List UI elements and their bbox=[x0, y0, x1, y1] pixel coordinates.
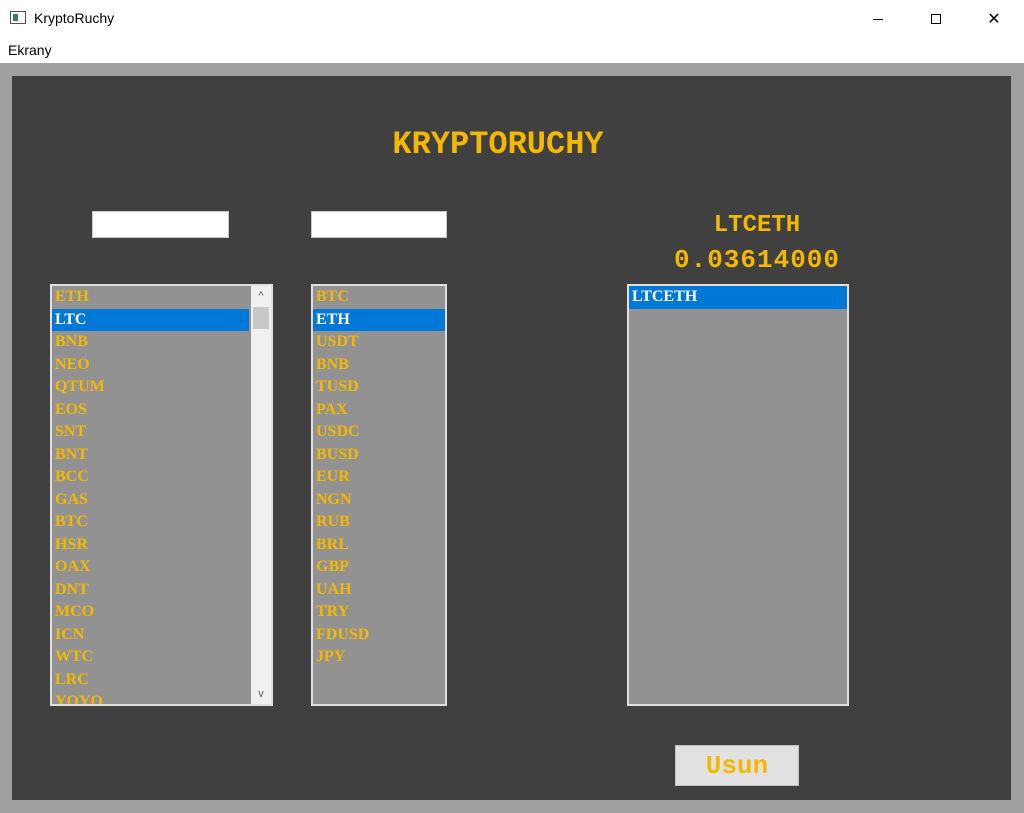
quote-currency-item[interactable]: RUB bbox=[313, 511, 445, 534]
base-filter-field[interactable] bbox=[92, 211, 229, 238]
selected-pairs-list[interactable]: LTCETH bbox=[627, 284, 849, 706]
base-currency-item[interactable]: ETH bbox=[52, 286, 249, 309]
selected-pair-price: 0.03614000 bbox=[673, 245, 841, 275]
selected-pair-label: LTCETH bbox=[713, 212, 801, 239]
maximize-icon bbox=[931, 14, 941, 24]
base-currency-item[interactable]: BCC bbox=[52, 466, 249, 489]
quote-filter-field[interactable] bbox=[311, 211, 447, 238]
quote-currency-item[interactable]: JPY bbox=[313, 646, 445, 669]
base-currency-list[interactable]: ETH LTC BNB NEO QTUM EOS SNT BNT BCC GAS BTC HSR OAX… bbox=[50, 284, 273, 706]
quote-currency-item[interactable]: BTC bbox=[313, 286, 445, 309]
menu-bar: Ekrany bbox=[0, 38, 1024, 62]
base-currency-item[interactable]: BTC bbox=[52, 511, 249, 534]
quote-currency-item[interactable]: BRL bbox=[313, 534, 445, 557]
base-currency-item[interactable]: DNT bbox=[52, 579, 249, 602]
base-currency-item[interactable]: BNB bbox=[52, 331, 249, 354]
base-currency-item[interactable]: YOYO bbox=[52, 691, 249, 704]
title-bar: KryptoRuchy ✕ bbox=[0, 0, 1024, 38]
base-currency-item[interactable]: QTUM bbox=[52, 376, 249, 399]
base-currency-item[interactable]: OAX bbox=[52, 556, 249, 579]
base-currency-item[interactable]: SNT bbox=[52, 421, 249, 444]
quote-currency-list[interactable]: BTC ETH USDT BNB TUSD PAX USDC BUSD EUR NGN RUB BRL… bbox=[311, 284, 447, 706]
base-currency-item[interactable]: ICN bbox=[52, 624, 249, 647]
base-currency-item[interactable]: WTC bbox=[52, 646, 249, 669]
quote-currency-item[interactable]: BNB bbox=[313, 354, 445, 377]
base-currency-items: ETH LTC BNB NEO QTUM EOS SNT BNT BCC GAS BTC HSR OAX… bbox=[52, 286, 249, 704]
maximize-button[interactable] bbox=[907, 0, 965, 38]
remove-button[interactable]: Usun bbox=[675, 745, 799, 786]
menu-item-ekrany[interactable]: Ekrany bbox=[8, 42, 52, 58]
base-filter-input[interactable] bbox=[93, 212, 228, 237]
chevron-up-icon[interactable]: ^ bbox=[251, 286, 271, 306]
base-currency-item[interactable]: BNT bbox=[52, 444, 249, 467]
quote-currency-item[interactable]: TUSD bbox=[313, 376, 445, 399]
minimize-button[interactable] bbox=[849, 0, 907, 38]
base-currency-item[interactable]: MCO bbox=[52, 601, 249, 624]
base-currency-item[interactable]: NEO bbox=[52, 354, 249, 377]
base-currency-item[interactable]: LTC bbox=[52, 308, 249, 331]
base-currency-item[interactable]: HSR bbox=[52, 534, 249, 557]
pair-item[interactable]: LTCETH bbox=[629, 286, 847, 309]
quote-currency-item[interactable]: ETH bbox=[313, 308, 445, 331]
quote-currency-item[interactable]: EUR bbox=[313, 466, 445, 489]
scroll-thumb[interactable] bbox=[253, 307, 269, 329]
quote-currency-item[interactable]: UAH bbox=[313, 579, 445, 602]
quote-currency-item[interactable]: FDUSD bbox=[313, 624, 445, 647]
quote-currency-item[interactable]: USDC bbox=[313, 421, 445, 444]
minimize-icon bbox=[873, 18, 883, 20]
quote-filter-input[interactable] bbox=[312, 212, 446, 237]
window-title: KryptoRuchy bbox=[34, 10, 115, 26]
quote-currency-item[interactable]: NGN bbox=[313, 489, 445, 512]
base-list-scrollbar[interactable]: ^ v bbox=[251, 286, 271, 704]
quote-currency-item[interactable]: PAX bbox=[313, 399, 445, 422]
quote-currency-item[interactable]: GBP bbox=[313, 556, 445, 579]
quote-currency-item[interactable]: USDT bbox=[313, 331, 445, 354]
quote-currency-item[interactable]: BUSD bbox=[313, 444, 445, 467]
base-currency-item[interactable]: GAS bbox=[52, 489, 249, 512]
base-currency-item[interactable]: LRC bbox=[52, 669, 249, 692]
quote-currency-item[interactable]: TRY bbox=[313, 601, 445, 624]
close-button[interactable]: ✕ bbox=[965, 0, 1023, 38]
app-icon bbox=[10, 11, 26, 24]
page-title: KRYPTORUCHY bbox=[392, 126, 604, 163]
base-currency-item[interactable]: EOS bbox=[52, 399, 249, 422]
chevron-down-icon[interactable]: v bbox=[251, 684, 271, 704]
close-icon: ✕ bbox=[987, 11, 1001, 28]
